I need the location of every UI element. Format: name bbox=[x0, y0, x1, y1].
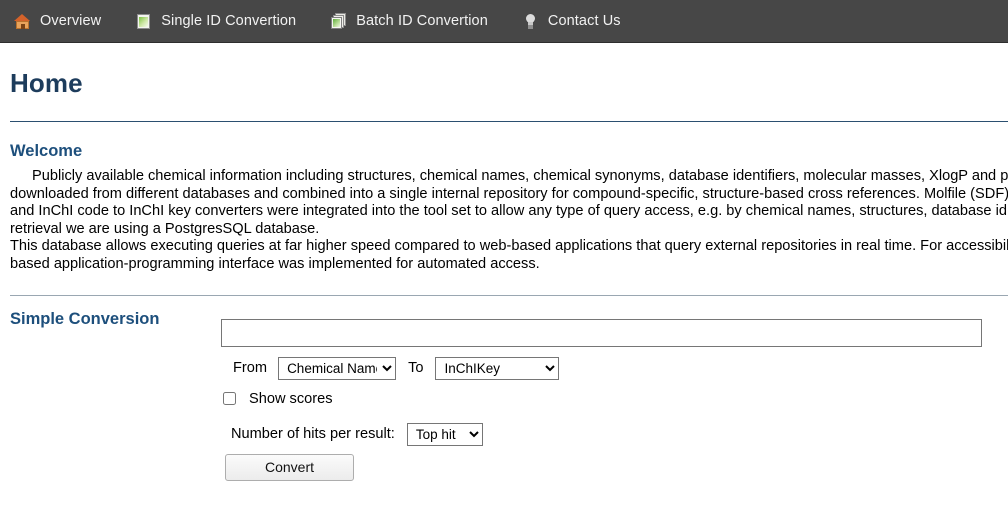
page-title: Home bbox=[10, 68, 83, 98]
welcome-line-4: retrieval we are using a PostgresSQL dat… bbox=[10, 220, 320, 237]
stacked-documents-icon bbox=[330, 12, 347, 30]
nav-item-single-id-convertion[interactable]: Single ID Convertion bbox=[135, 13, 296, 30]
query-input[interactable] bbox=[221, 318, 982, 347]
title-divider bbox=[10, 121, 1008, 122]
document-icon bbox=[135, 13, 152, 30]
nav-label-contact-us: Contact Us bbox=[547, 13, 621, 29]
home-icon bbox=[14, 13, 31, 30]
nav-item-batch-id-convertion[interactable]: Batch ID Convertion bbox=[330, 12, 488, 30]
from-to-row: From Chemical Name To InChIKey bbox=[233, 356, 560, 380]
page-content: Home Welcome Publicly available chemical… bbox=[0, 68, 1008, 481]
simple-conversion-heading: Simple Conversion bbox=[10, 309, 160, 328]
nav-label-batch-id-convertion: Batch ID Convertion bbox=[356, 13, 488, 29]
top-navigation-bar: Overview Single ID Convertion Batch ID C… bbox=[0, 0, 1008, 43]
show-scores-label: Show scores bbox=[249, 390, 333, 407]
hits-per-result-label: Number of hits per result: bbox=[231, 426, 395, 443]
nav-label-single-id-convertion: Single ID Convertion bbox=[161, 13, 297, 29]
hits-per-result-select[interactable]: Top hit bbox=[406, 422, 483, 446]
nav-label-overview: Overview bbox=[40, 13, 102, 29]
welcome-heading: Welcome bbox=[10, 142, 83, 160]
lightbulb-icon bbox=[522, 13, 539, 30]
nav-item-contact-us[interactable]: Contact Us bbox=[522, 13, 621, 30]
from-label: From bbox=[233, 360, 268, 377]
to-select[interactable]: InChIKey bbox=[435, 356, 560, 380]
welcome-line-1: Publicly available chemical information … bbox=[32, 168, 1008, 184]
show-scores-checkbox[interactable] bbox=[223, 392, 236, 406]
welcome-paragraph: Publicly available chemical information … bbox=[10, 168, 1008, 274]
to-label: To bbox=[408, 360, 424, 377]
show-scores-row: Show scores bbox=[223, 391, 333, 407]
welcome-line-6: based application-programming interface … bbox=[10, 255, 540, 272]
hits-per-result-row: Number of hits per result: Top hit bbox=[231, 422, 483, 446]
welcome-line-3: and InChI code to InChI key converters w… bbox=[10, 203, 1007, 220]
welcome-line-2: downloaded from different databases and … bbox=[10, 185, 1008, 202]
convert-button[interactable]: Convert bbox=[225, 453, 354, 481]
convert-button-row: Convert bbox=[225, 453, 354, 481]
welcome-line-5: This database allows executing queries a… bbox=[10, 238, 1008, 255]
from-select[interactable]: Chemical Name bbox=[278, 356, 397, 380]
simple-conversion-section: Simple Conversion From Chemical Name To … bbox=[10, 296, 998, 481]
nav-item-overview[interactable]: Overview bbox=[14, 13, 101, 30]
